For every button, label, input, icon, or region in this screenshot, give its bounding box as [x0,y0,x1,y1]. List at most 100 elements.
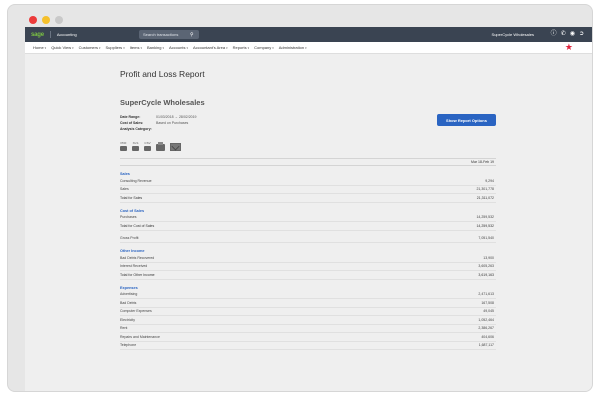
meta-label: Cost of Sales: [120,121,144,125]
nav-item-label: Company [254,45,272,50]
row-value: 2,471,613 [478,292,494,297]
row-value: 21,311,072 [476,195,494,200]
file-icon [132,146,139,151]
nav-item-accounts[interactable]: Accounts▾ [169,45,188,50]
row-label: Total for Other Income [120,272,155,277]
table-row: Advertising 2,471,613 [120,291,496,299]
export-csv-button[interactable]: CSV [144,141,151,151]
chevron-down-icon: ▾ [72,46,74,50]
nav-item-items[interactable]: Items▾ [130,45,142,50]
nav-item-banking[interactable]: Banking▾ [147,45,164,50]
row-value: 2,386,267 [478,326,494,331]
export-label: XLS [132,141,139,145]
top-bar: sage Accounting ⚲ SuperCycle Wholesales … [25,27,592,42]
file-icon [120,146,127,151]
chevron-down-icon: ▾ [98,46,101,50]
chevron-down-icon: ▾ [44,46,47,50]
row-label: Total for Cost of Sales [120,223,155,228]
row-value: 14,259,532 [476,215,494,220]
export-label: PDF [120,141,127,145]
row-label: Gross Profit [120,236,139,241]
row-value: 9,294 [485,178,494,183]
row-label: Advertising [120,292,138,297]
chevron-down-icon: ▾ [140,46,142,50]
row-label: Telephone [120,343,137,348]
table-row: Bad Debts Recovered 13,900 [120,254,496,263]
row-value: 404,606 [481,334,494,339]
chevron-down-icon: ▾ [305,46,307,50]
nav-item-label: Administration [278,45,305,50]
row-value: 167,508 [481,300,494,305]
row-label: Rent [120,326,128,331]
chevron-down-icon: ▾ [247,46,250,50]
nav-item-administration[interactable]: Administration▾ [279,45,307,50]
table-row: Sales 21,301,778 [120,186,496,194]
main-nav: Home▾ Quick View▾ Customers▾ Suppliers▾ Item… [25,42,592,54]
row-value: 13,900 [483,255,494,260]
row-value: 49,045 [483,309,494,314]
table-row: Electricity 1,052,464 [120,316,496,325]
nav-item-home[interactable]: Home▾ [33,45,46,50]
row-label: Total for Sales [120,195,143,200]
chevron-down-icon: ▾ [162,46,164,50]
nav-item-customers[interactable]: Customers▾ [79,45,101,50]
nav-item-reports[interactable]: Reports▾ [233,45,250,50]
nav-item-label: Items [129,45,140,50]
row-label: Bad Debts Recovered [120,255,155,260]
nav-item-label: Accounts [168,45,186,50]
row-label: Repairs and Maintenance [120,334,160,339]
row-value: 3,619,163 [478,272,494,277]
nav-item-label: Accountant's Area [192,45,226,50]
row-label: Purchases [120,215,137,220]
export-xls-button[interactable]: XLS [132,141,139,151]
email-icon[interactable] [170,143,181,151]
column-header: Mar 18-Feb 19 [120,158,496,166]
table-row: Rent 2,386,267 [120,325,496,333]
table-row: Total for Other Income 3,619,163 [120,271,496,280]
show-report-options-button[interactable]: Show Report Options [437,114,496,126]
print-icon[interactable] [156,142,165,151]
info-icon[interactable]: ⓘ [551,30,557,38]
meta-label: Analysis Category: [120,127,152,131]
row-value: 1,687,117 [478,343,494,348]
nav-item-quick-view[interactable]: Quick View▾ [51,45,73,50]
favorites-star-icon[interactable]: ★ [565,43,573,52]
nav-item-accountant-s-area[interactable]: Accountant's Area▾ [193,45,228,50]
page-title: Profit and Loss Report [120,69,205,79]
meta-value: Based on Purchases [156,121,189,125]
export-label: CSV [144,141,151,145]
nav-item-suppliers[interactable]: Suppliers▾ [106,45,125,50]
report-meta: Date Range: 01/03/2018 → 28/02/2019 Cost o… [120,114,496,132]
phone-icon[interactable]: ✆ [561,30,566,38]
search-input[interactable] [143,32,188,37]
zoom-window-button[interactable] [55,16,63,24]
row-label: Consulting Revenue [120,178,152,183]
minimize-window-button[interactable] [42,16,50,24]
table-row: Gross Profit 7,051,540 [120,235,496,243]
table-row: Interest Received 3,605,263 [120,263,496,271]
search-box[interactable]: ⚲ [139,30,199,39]
search-icon[interactable]: ⚲ [190,32,194,38]
export-pdf-button[interactable]: PDF [120,141,127,151]
row-value: 21,301,778 [476,187,494,192]
table-row: Purchases 14,259,532 [120,214,496,222]
report-content: Profit and Loss Report SuperCycle Wholes… [120,69,496,350]
nav-item-label: Reports [232,45,247,50]
chevron-down-icon: ▾ [272,46,274,50]
row-label: Sales [120,187,129,192]
table-row: Total for Cost of Sales 14,259,532 [120,222,496,231]
nav-item-company[interactable]: Company▾ [254,45,274,50]
table-row: Telephone 1,687,117 [120,342,496,350]
logout-icon[interactable]: ➲ [579,30,584,38]
company-switcher[interactable]: SuperCycle Wholesales [492,32,534,37]
export-toolbar: PDF XLS CSV [120,141,496,151]
help-icon[interactable]: ◉ [570,30,575,38]
file-icon [144,146,151,151]
row-label: Electricity [120,317,135,322]
chevron-down-icon: ▾ [123,46,125,50]
table-row: Computer Expenses 49,045 [120,308,496,316]
close-window-button[interactable] [29,16,37,24]
report-company-name: SuperCycle Wholesales [120,98,205,107]
sage-logo[interactable]: sage [31,32,44,38]
row-value: 1,052,464 [478,317,494,322]
